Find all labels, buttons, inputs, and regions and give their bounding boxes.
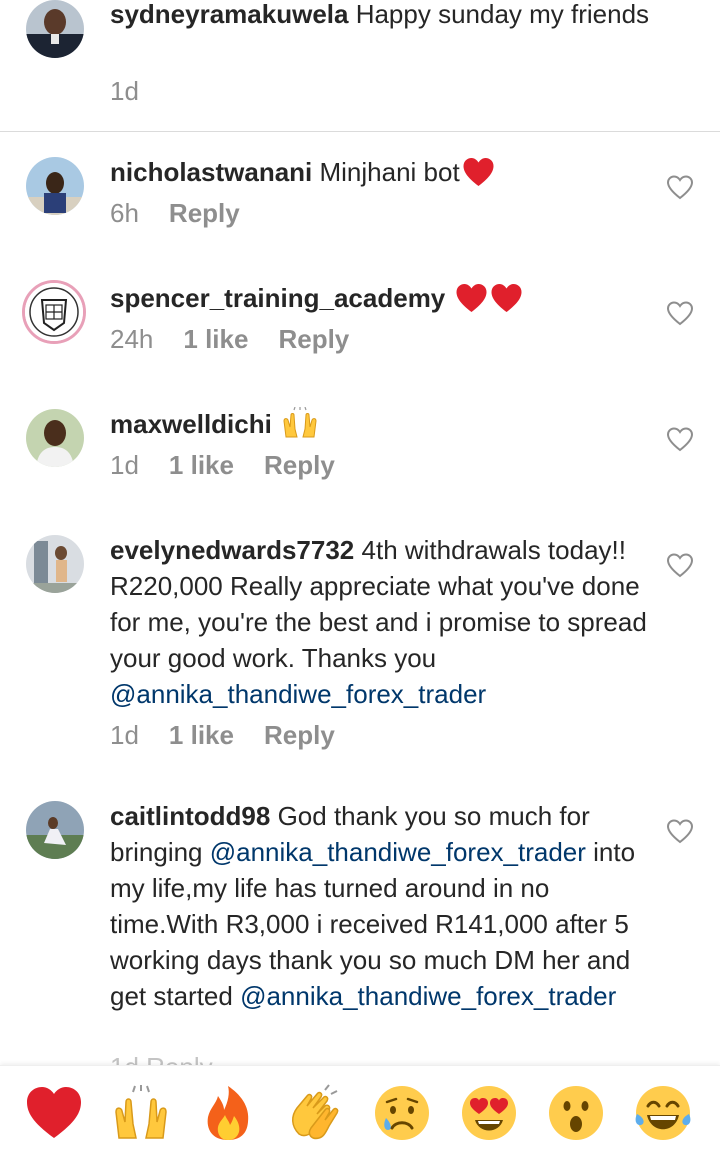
comments-feed[interactable]: sydneyramakuwela Happy sunday my friends… xyxy=(0,0,720,1065)
likes-count[interactable]: 1 like xyxy=(169,450,234,480)
caption-meta: 1d xyxy=(110,76,169,107)
comment-time: 1d xyxy=(110,720,139,750)
caption-username[interactable]: sydneyramakuwela xyxy=(110,0,348,29)
surprised-face-icon[interactable] xyxy=(546,1084,606,1142)
comment-text: evelynedwards7732 4th withdrawals today!… xyxy=(110,532,655,712)
comment-meta: 6h Reply xyxy=(110,198,270,229)
likes-count[interactable]: 1 like xyxy=(169,720,234,750)
like-heart-icon[interactable] xyxy=(666,300,694,326)
comment-text: nicholastwanani Minjhani bot xyxy=(110,154,655,190)
avatar[interactable] xyxy=(26,157,84,215)
raising-hands-icon[interactable] xyxy=(111,1084,171,1142)
comment-text: caitlintodd98 God thank you so much for … xyxy=(110,798,655,1014)
comment-username[interactable]: caitlintodd98 xyxy=(110,801,270,831)
mention-link[interactable]: @annika_thandiwe_forex_trader xyxy=(110,679,486,709)
comment-text: spencer_training_academy xyxy=(110,280,655,316)
comment-text: maxwelldichi xyxy=(110,406,655,442)
comment-time: 6h xyxy=(110,198,139,228)
avatar[interactable] xyxy=(26,535,84,593)
caption-body: Happy sunday my friends xyxy=(348,0,650,29)
comment-username[interactable]: spencer_training_academy xyxy=(110,283,445,313)
comment-username[interactable]: evelynedwards7732 xyxy=(110,535,354,565)
comment-meta-partial: 1d Reply xyxy=(110,1052,213,1065)
sad-face-icon[interactable] xyxy=(372,1084,432,1142)
red-heart-icon[interactable] xyxy=(24,1084,84,1142)
avatar[interactable] xyxy=(26,801,84,859)
comment-time: 1d xyxy=(110,450,139,480)
like-heart-icon[interactable] xyxy=(666,552,694,578)
reply-button[interactable]: Reply xyxy=(264,450,335,480)
likes-count[interactable]: 1 like xyxy=(183,324,248,354)
comment-meta: 1d 1 like Reply xyxy=(110,720,365,751)
red-heart-icon xyxy=(490,283,523,313)
avatar[interactable] xyxy=(26,0,84,58)
clapping-hands-icon[interactable] xyxy=(285,1084,345,1142)
caption-text: sydneyramakuwela Happy sunday my friends xyxy=(110,0,655,32)
avatar[interactable] xyxy=(22,280,86,344)
caption-time: 1d xyxy=(110,76,139,106)
comment-username[interactable]: nicholastwanani xyxy=(110,157,312,187)
post-caption: sydneyramakuwela Happy sunday my friends… xyxy=(0,0,720,132)
mention-link[interactable]: @annika_thandiwe_forex_trader xyxy=(210,837,586,867)
comment-body: Minjhani bot xyxy=(312,157,460,187)
red-heart-icon xyxy=(462,157,495,187)
heart-eyes-icon[interactable] xyxy=(459,1084,519,1142)
red-heart-icon xyxy=(455,283,488,313)
like-heart-icon[interactable] xyxy=(666,818,694,844)
reply-button[interactable]: Reply xyxy=(278,324,349,354)
caption-divider xyxy=(0,131,720,132)
comment-meta: 1d 1 like Reply xyxy=(110,450,365,481)
raising-hands-icon xyxy=(280,407,320,439)
fire-icon[interactable] xyxy=(198,1084,258,1142)
avatar[interactable] xyxy=(26,409,84,467)
mention-link[interactable]: @annika_thandiwe_forex_trader xyxy=(240,981,616,1011)
comment-username[interactable]: maxwelldichi xyxy=(110,409,272,439)
like-heart-icon[interactable] xyxy=(666,426,694,452)
comment-meta: 24h 1 like Reply xyxy=(110,324,379,355)
reply-button[interactable]: Reply xyxy=(169,198,240,228)
reply-button[interactable]: Reply xyxy=(264,720,335,750)
tears-of-joy-icon[interactable] xyxy=(633,1084,693,1142)
emoji-reaction-bar xyxy=(0,1065,720,1149)
like-heart-icon[interactable] xyxy=(666,174,694,200)
comment-time: 24h xyxy=(110,324,154,354)
